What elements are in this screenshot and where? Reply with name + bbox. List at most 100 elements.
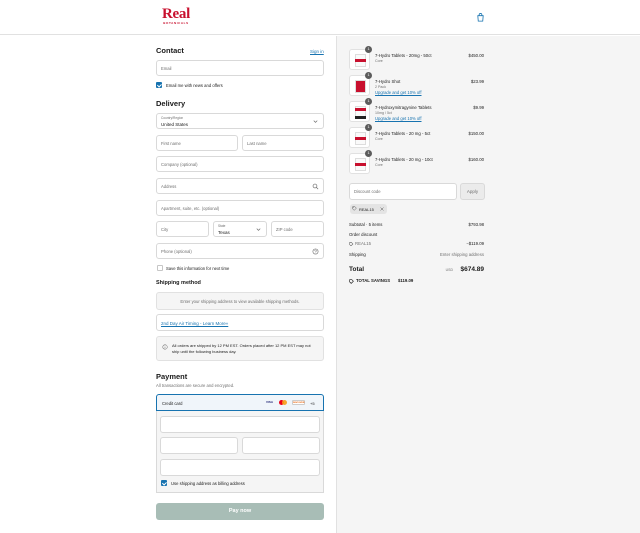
discount-code-field[interactable]: Discount code	[349, 183, 457, 200]
billing-checkbox[interactable]	[161, 480, 167, 486]
card-number-field[interactable]	[160, 416, 320, 433]
total-value: $674.89	[460, 266, 485, 273]
company-field[interactable]: Company (optional)	[156, 156, 324, 172]
discount-tag-code: REAL15	[359, 206, 374, 212]
item-variant: 2 Pack	[375, 85, 386, 89]
phone-field[interactable]: Phone (optional)	[156, 243, 324, 259]
air-timing-box: 2nd Day Air Timing - Learn More»	[156, 314, 324, 331]
credit-card-option[interactable]: Credit card VISA DISCOVER +5	[156, 394, 324, 411]
order-discount-label: Order discount	[349, 232, 378, 237]
cart-item: 1 7-Hydro Tablets - 20 mg - 10ct Core $1…	[349, 150, 489, 177]
quantity-badge: 1	[365, 124, 372, 131]
item-name: 7-Hydroxymitragynine Tablets	[375, 105, 432, 110]
shipping-info-text: All orders are shipped by 12 PM EST. Ord…	[172, 343, 311, 354]
first-name-placeholder: First name	[161, 141, 181, 146]
card-cvv-field[interactable]	[242, 437, 320, 454]
save-info-label: Save this information for next time	[166, 266, 230, 271]
quantity-badge: 1	[365, 72, 372, 79]
info-icon	[162, 344, 168, 350]
chevron-down-icon	[313, 120, 318, 123]
sign-in-link[interactable]: Sign in	[310, 49, 324, 54]
air-timing-link[interactable]: 2nd Day Air Timing - Learn More»	[161, 321, 228, 326]
savings-row: TOTAL SAVINGS $119.09	[349, 278, 484, 285]
credit-card-label: Credit card	[162, 401, 183, 406]
state-value: Texas	[218, 230, 230, 235]
state-label: State	[218, 224, 226, 228]
upgrade-link[interactable]: Upgrade and get 10% off	[375, 116, 422, 121]
chevron-down-icon	[256, 228, 261, 231]
discount-value: −$119.09	[466, 241, 484, 246]
item-variant: Core	[375, 163, 383, 167]
shopping-bag-icon[interactable]	[476, 13, 485, 22]
item-price: $160.00	[468, 157, 484, 162]
last-name-field[interactable]: Last name	[242, 135, 324, 151]
shipping-notice-text: Enter your shipping address to view avai…	[180, 299, 300, 304]
country-label: Country/Region	[161, 116, 184, 120]
item-variant: Core	[375, 137, 383, 141]
city-field[interactable]: City	[156, 221, 209, 237]
payment-heading: Payment	[156, 372, 188, 381]
news-checkbox[interactable]	[156, 82, 162, 88]
item-name: 7-Hydro Tablets - 20mg - 50ct	[375, 53, 432, 58]
shipping-method-heading: Shipping method	[156, 280, 201, 286]
first-name-field[interactable]: First name	[156, 135, 238, 151]
brand-name: Real	[162, 6, 190, 22]
tag-icon	[349, 278, 354, 284]
quantity-badge: 1	[365, 46, 372, 53]
brand-logo[interactable]: Real BOTANICALS	[157, 6, 195, 26]
country-select[interactable]: Country/Region United States	[156, 113, 324, 129]
item-price: $9.99	[473, 105, 484, 110]
total-label: Total	[349, 266, 365, 273]
cart-item: 1 7-Hydroxymitragynine Tablets 10mg / 5c…	[349, 98, 489, 125]
help-circle-icon[interactable]	[312, 248, 319, 255]
cart-item: 1 7-Hydro Tablets - 20mg - 50ct Core $45…	[349, 46, 489, 73]
more-cards-count: +5	[310, 401, 315, 406]
discount-placeholder: Discount code	[354, 189, 381, 194]
city-placeholder: City	[161, 227, 169, 232]
cart-item: 1 7-Hydro Tablets - 20 mg - 5ct Core $15…	[349, 124, 489, 151]
last-name-placeholder: Last name	[247, 141, 267, 146]
country-value: United States	[161, 122, 189, 127]
close-icon[interactable]	[380, 207, 384, 211]
phone-placeholder: Phone (optional)	[161, 249, 192, 254]
upgrade-link[interactable]: Upgrade and get 10% off	[375, 90, 422, 95]
order-discount-row: Order discount	[349, 232, 484, 239]
email-placeholder: Email	[161, 66, 172, 71]
discount-code-row: REAL15 −$119.09	[349, 241, 484, 248]
item-price: $150.00	[468, 131, 484, 136]
search-icon	[312, 183, 319, 190]
discount-code-label: REAL15	[355, 241, 372, 246]
pay-now-button[interactable]: Pay now	[156, 503, 324, 520]
discover-icon: DISCOVER	[292, 400, 305, 405]
item-price: $23.99	[470, 79, 484, 84]
save-info-checkbox[interactable]	[157, 265, 163, 271]
item-name: 7-Hydro Tablets - 20 mg - 5ct	[375, 131, 431, 136]
subtotal-row: Subtotal · 5 items $793.98	[349, 222, 484, 229]
company-placeholder: Company (optional)	[161, 162, 198, 167]
apartment-field[interactable]: Apartment, suite, etc. (optional)	[156, 200, 324, 216]
currency-label: USD	[445, 268, 453, 272]
zip-field[interactable]: ZIP code	[271, 221, 324, 237]
cart-item: 1 7-Hydro Shot 2 Pack Upgrade and get 10…	[349, 72, 489, 99]
tag-icon	[352, 206, 357, 211]
card-name-field[interactable]	[160, 459, 320, 476]
item-variant: 10mg / 5ct	[375, 111, 392, 115]
card-expiry-field[interactable]	[160, 437, 238, 454]
shipping-label: Shipping	[349, 252, 366, 257]
apply-button[interactable]: Apply	[460, 183, 485, 200]
zip-placeholder: ZIP code	[276, 227, 293, 232]
payment-subtitle: All transactions are secure and encrypte…	[156, 383, 235, 388]
savings-label: TOTAL SAVINGS	[356, 278, 391, 283]
tag-icon	[349, 241, 354, 246]
mastercard-icon	[279, 400, 288, 405]
item-variant: Core	[375, 59, 383, 63]
address-field[interactable]: Address	[156, 178, 324, 194]
state-select[interactable]: State Texas	[213, 221, 267, 237]
delivery-heading: Delivery	[156, 99, 186, 108]
email-field[interactable]: Email	[156, 60, 324, 76]
header: Real BOTANICALS	[0, 0, 640, 35]
item-name: 7-Hydro Shot	[375, 79, 401, 84]
savings-value: $119.09	[398, 278, 414, 283]
subtotal-value: $793.98	[468, 222, 484, 227]
shipping-info-box: All orders are shipped by 12 PM EST. Ord…	[156, 336, 324, 361]
